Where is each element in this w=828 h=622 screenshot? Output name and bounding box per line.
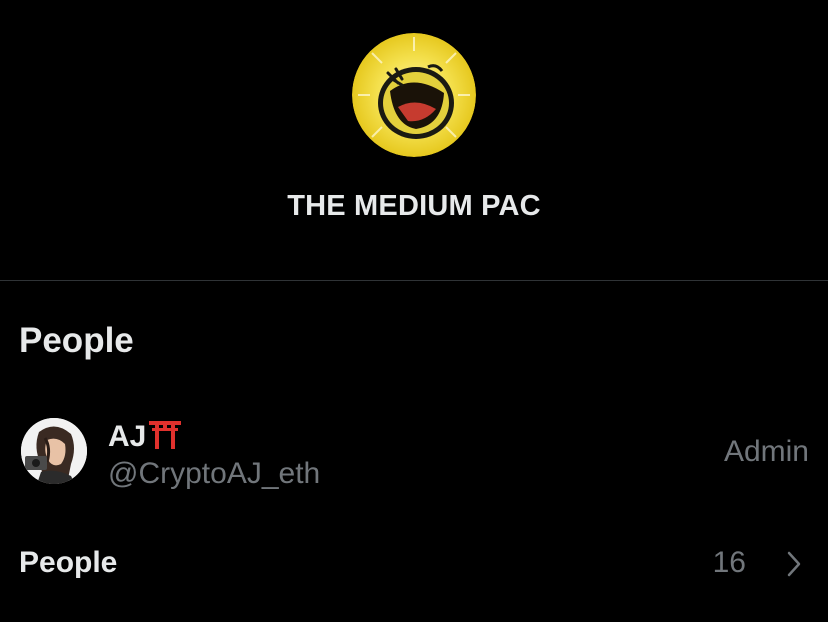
character-avatar-icon <box>21 418 87 484</box>
frog-avatar-icon <box>352 33 476 157</box>
people-count: 16 <box>712 546 746 579</box>
header-divider <box>0 280 828 281</box>
member-row[interactable]: AJ @CryptoAJ_eth Admin <box>0 405 828 501</box>
member-role-badge: Admin <box>723 435 809 468</box>
torii-gate-icon <box>148 419 182 457</box>
member-display-name: AJ <box>108 420 147 453</box>
people-row-label: People <box>19 546 118 579</box>
group-name: THE MEDIUM PAC <box>287 190 541 222</box>
member-name: AJ <box>108 419 182 457</box>
chevron-right-icon <box>787 551 801 577</box>
people-section-heading: People <box>19 321 134 360</box>
group-avatar[interactable] <box>352 33 476 157</box>
group-header: THE MEDIUM PAC <box>0 0 828 281</box>
people-list-row[interactable]: People 16 <box>0 528 828 600</box>
member-avatar[interactable] <box>21 418 87 484</box>
member-handle: @CryptoAJ_eth <box>108 457 321 490</box>
